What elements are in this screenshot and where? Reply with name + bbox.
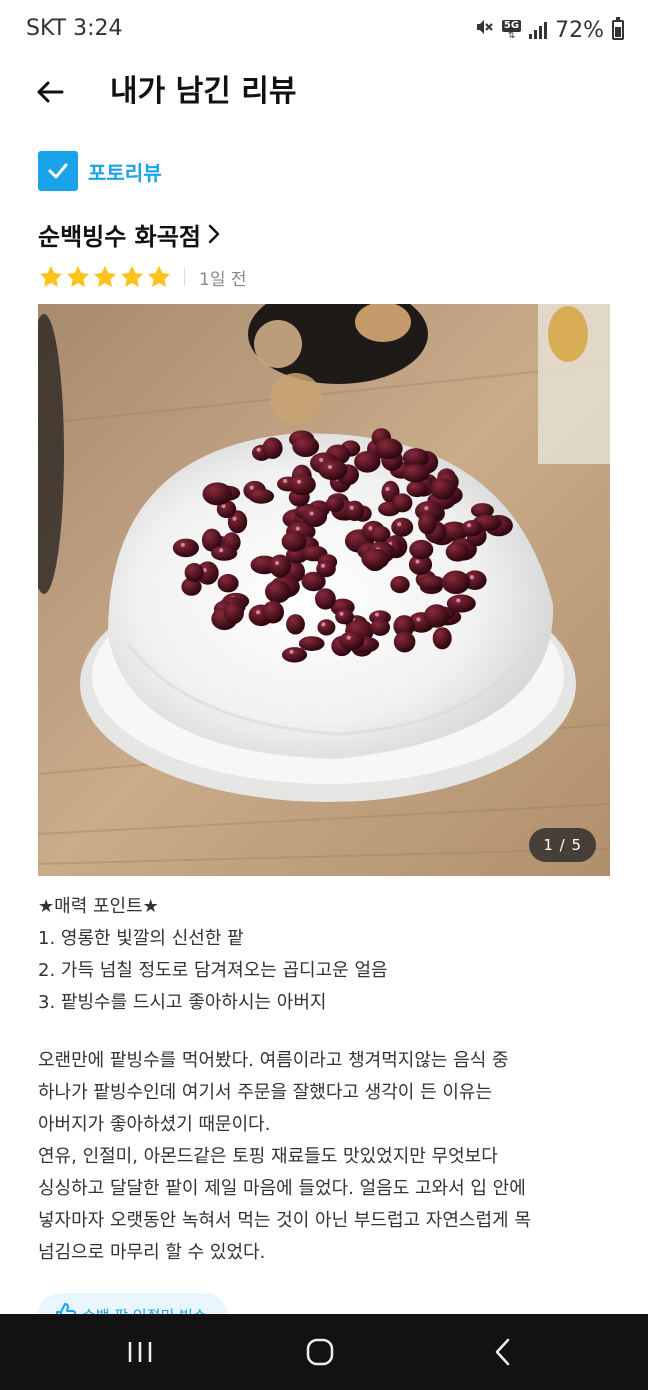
divider	[184, 268, 185, 286]
checkbox-icon	[38, 151, 78, 191]
review-body-line: 하나가 팥빙수인데 여기서 주문을 잘했다고 생각이 든 이유는	[38, 1082, 493, 1103]
star-icon	[66, 265, 90, 287]
review-body-line: 아버지가 좋아하셨기 때문이다.	[38, 1114, 271, 1135]
photo-review-tag: 포토리뷰	[38, 150, 162, 192]
star-icon	[147, 265, 171, 287]
review-highlights: ★매력 포인트★ 1. 영롱한 빛깔의 신선한 팥 2. 가득 넘칠 정도로 담겨져…	[38, 891, 613, 1019]
review-body: 오랜만에 팥빙수를 먹어봤다. 여름이라고 챙겨먹지않는 음식 중하나가 팥빙수…	[38, 1045, 613, 1269]
review-body-line: 넣자마자 오랫동안 녹혀서 먹는 것이 아닌 부드럽고 자연스럽게 목	[38, 1210, 531, 1231]
review-body-line: 오랜만에 팥빙수를 먹어봤다. 여름이라고 챙겨먹지않는 음식 중	[38, 1050, 509, 1071]
mute-icon	[474, 17, 494, 43]
photo-review-label: 포토리뷰	[88, 160, 162, 185]
home-icon	[306, 1338, 334, 1366]
highlight-line: 3. 팥빙수를 드시고 좋아하시는 아버지	[38, 992, 327, 1013]
photo-counter: 1 / 5	[529, 828, 596, 862]
review-photo[interactable]: 1 / 5	[38, 304, 610, 876]
review-body-line: 싱싱하고 달달한 팥이 제일 마음에 들었다. 얼음도 고와서 입 안에	[38, 1178, 526, 1199]
system-nav-bar	[0, 1314, 648, 1390]
chevron-right-icon	[207, 223, 221, 245]
back-icon	[495, 1338, 510, 1366]
recent-apps-icon	[128, 1342, 152, 1362]
rating-row: 1일 전	[38, 262, 247, 292]
bingsu-photo-illustration	[38, 304, 610, 876]
review-time: 1일 전	[199, 269, 247, 290]
store-link[interactable]: 순백빙수 화곡점	[38, 216, 221, 252]
signal-icon	[529, 21, 548, 39]
highlight-line: 2. 가득 넘칠 정도로 담겨져오는 곱디고운 얼음	[38, 960, 388, 981]
highlight-line: 1. 영롱한 빛깔의 신선한 팥	[38, 928, 244, 949]
home-button[interactable]	[275, 1314, 365, 1390]
back-button[interactable]	[30, 72, 70, 112]
nav-back-button[interactable]	[458, 1314, 548, 1390]
battery-icon	[612, 17, 624, 40]
recent-apps-button[interactable]	[95, 1314, 185, 1390]
star-icon	[39, 265, 63, 287]
star-icon	[120, 265, 144, 287]
highlight-line: ★매력 포인트★	[38, 896, 159, 917]
page-title: 내가 남긴 리뷰	[110, 74, 297, 109]
store-name: 순백빙수 화곡점	[38, 222, 201, 251]
app-header: 내가 남긴 리뷰	[0, 60, 648, 124]
carrier-time: SKT 3:24	[26, 16, 123, 41]
battery-percent: 72%	[555, 17, 604, 43]
arrow-left-icon	[37, 81, 64, 103]
5g-data-icon: 5G ⇅	[501, 19, 522, 41]
review-body-line: 연유, 인절미, 아몬드같은 토핑 재료들도 맛있었지만 무엇보다	[38, 1146, 498, 1167]
network-label: 5G	[501, 19, 522, 32]
star-icon	[93, 265, 117, 287]
status-icons: 5G ⇅ 72%	[474, 16, 624, 44]
status-bar: SKT 3:24 5G ⇅ 72%	[0, 0, 648, 60]
star-rating	[38, 264, 172, 290]
review-body-line: 넘김으로 마무리 할 수 있었다.	[38, 1242, 266, 1263]
